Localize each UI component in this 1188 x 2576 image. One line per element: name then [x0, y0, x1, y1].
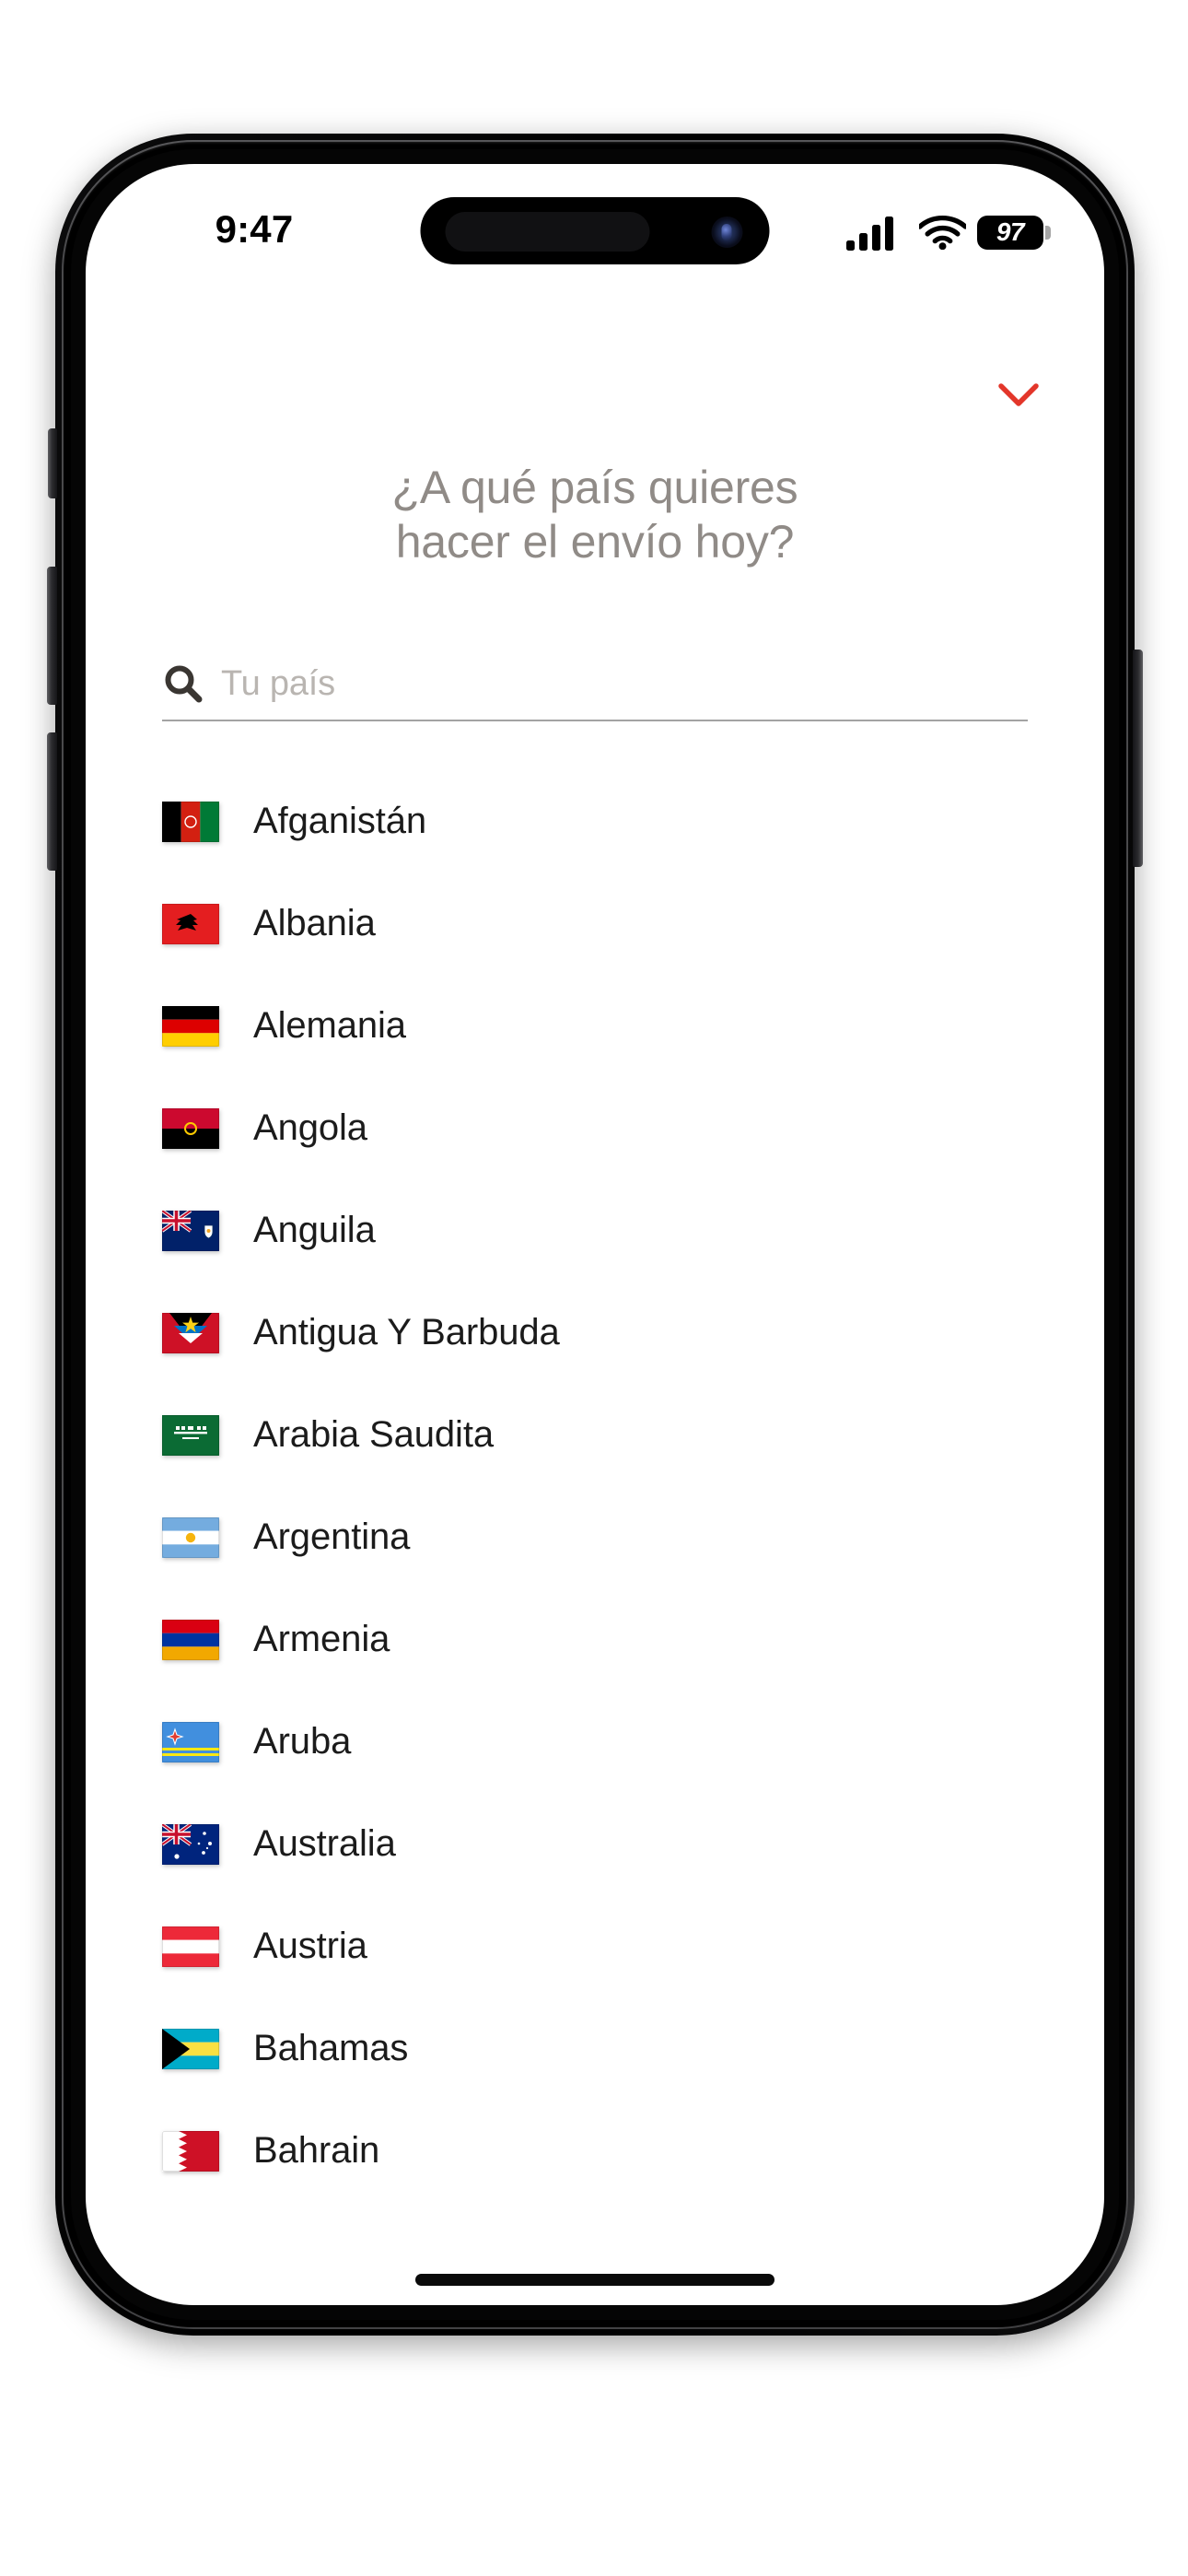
country-picker-sheet: ¿A qué país quieres hacer el envío hoy?: [86, 302, 1104, 2305]
country-list-item[interactable]: Australia: [86, 1793, 1104, 1895]
country-flag-icon: [162, 1005, 219, 1047]
country-name-label: Aruba: [253, 1721, 352, 1762]
phone-device-frame: 9:47 97 ¿A qué país quieres hacer el env…: [47, 134, 1143, 2336]
country-name-label: Antigua Y Barbuda: [253, 1312, 560, 1352]
country-name-label: Alemania: [253, 1005, 406, 1046]
country-name-label: Arabia Saudita: [253, 1414, 495, 1455]
country-flag-icon: [162, 1619, 219, 1660]
country-list-item[interactable]: Bahamas: [86, 1997, 1104, 2100]
search-icon: [162, 662, 204, 705]
front-camera-icon: [711, 217, 743, 248]
chevron-down-icon[interactable]: [983, 367, 1054, 424]
country-name-label: Austria: [253, 1926, 367, 1966]
country-flag-icon: [162, 1926, 219, 1967]
country-name-label: Anguila: [253, 1210, 376, 1250]
dynamic-island: [420, 197, 770, 264]
search-underline: [162, 720, 1028, 721]
country-list-item[interactable]: Anguila: [86, 1179, 1104, 1282]
cellular-signal-icon: [846, 216, 900, 251]
country-flag-icon: [162, 1414, 219, 1456]
wifi-icon: [917, 215, 968, 251]
status-bar-time: 9:47: [215, 207, 294, 251]
battery-icon: 97: [977, 216, 1043, 250]
search-row: [162, 655, 1028, 712]
volume-down-button[interactable]: [47, 732, 57, 871]
country-flag-icon: [162, 1823, 219, 1865]
country-flag-icon: [162, 801, 219, 842]
mute-switch-button[interactable]: [48, 428, 57, 498]
country-flag-icon: [162, 903, 219, 944]
country-list-item[interactable]: Bahrain: [86, 2100, 1104, 2202]
country-list-item[interactable]: Armenia: [86, 1588, 1104, 1691]
country-list-item[interactable]: Austria: [86, 1895, 1104, 1997]
country-name-label: Bahamas: [253, 2028, 409, 2068]
country-flag-icon: [162, 1516, 219, 1558]
country-list-item[interactable]: Alemania: [86, 975, 1104, 1077]
screenshot-stage: 9:47 97 ¿A qué país quieres hacer el env…: [0, 0, 1188, 2576]
country-flag-icon: [162, 1210, 219, 1251]
country-name-label: Bahrain: [253, 2130, 380, 2171]
country-list-item[interactable]: Afganistán: [86, 770, 1104, 872]
country-list-item[interactable]: Aruba: [86, 1691, 1104, 1793]
country-flag-icon: [162, 1721, 219, 1762]
dynamic-island-pill: [445, 212, 650, 252]
battery-percent-label: 97: [996, 217, 1025, 246]
volume-up-button[interactable]: [47, 567, 57, 705]
battery-tip: [1045, 226, 1051, 240]
country-flag-icon: [162, 2130, 219, 2172]
home-indicator[interactable]: [415, 2274, 775, 2286]
phone-screen: 9:47 97 ¿A qué país quieres hacer el env…: [86, 164, 1104, 2305]
country-name-label: Angola: [253, 1107, 367, 1148]
country-list[interactable]: Afganistán Albania Alemania Angola Angui…: [86, 770, 1104, 2305]
country-flag-icon: [162, 1312, 219, 1353]
search-input[interactable]: [221, 663, 1028, 704]
country-name-label: Afganistán: [253, 801, 427, 841]
page-title: ¿A qué país quieres hacer el envío hoy?: [391, 462, 798, 568]
country-search: [162, 655, 1028, 721]
country-name-label: Albania: [253, 903, 376, 943]
power-button[interactable]: [1133, 650, 1143, 867]
country-name-label: Argentina: [253, 1516, 411, 1557]
country-flag-icon: [162, 2028, 219, 2069]
country-list-item[interactable]: Albania: [86, 872, 1104, 975]
country-flag-icon: [162, 1107, 219, 1149]
status-bar: 9:47 97: [86, 164, 1104, 302]
country-name-label: Australia: [253, 1823, 396, 1864]
country-name-label: Armenia: [253, 1619, 390, 1659]
country-list-item[interactable]: Angola: [86, 1077, 1104, 1179]
country-list-item[interactable]: Arabia Saudita: [86, 1384, 1104, 1486]
country-list-item[interactable]: Antigua Y Barbuda: [86, 1282, 1104, 1384]
country-list-item[interactable]: Argentina: [86, 1486, 1104, 1588]
